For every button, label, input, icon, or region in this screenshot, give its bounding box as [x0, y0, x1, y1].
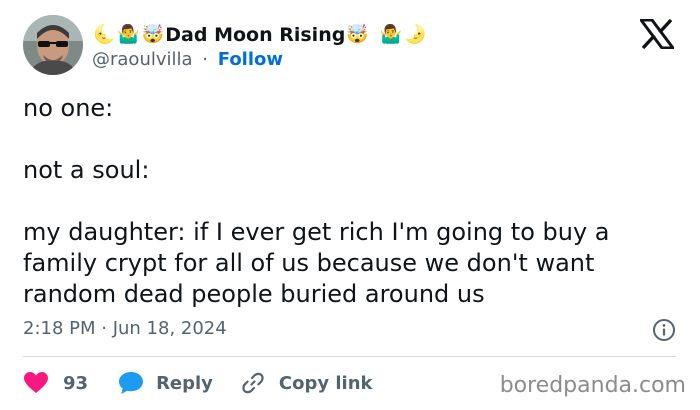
follow-button[interactable]: Follow — [218, 49, 283, 70]
reply-label: Reply — [156, 372, 213, 394]
tweet-text: no one: not a soul: my daughter: if I ev… — [23, 93, 683, 310]
shrug-emoji: 🤷‍♂️ — [379, 24, 403, 45]
tweet-line: my daughter: if I ever get rich I'm goin… — [23, 218, 610, 308]
divider — [23, 356, 676, 357]
avatar[interactable] — [23, 15, 83, 75]
speech-bubble-icon — [119, 372, 144, 394]
likes-count: 93 — [63, 372, 89, 394]
tweet-line: no one: — [23, 94, 114, 122]
like-button[interactable]: 93 — [23, 371, 88, 395]
tweet-card: 🌜 🤷‍♂️ 🤯 Dad Moon Rising 🤯 🤷‍♂️ 🌛 @raoul… — [0, 0, 700, 410]
x-logo-icon[interactable] — [640, 19, 674, 49]
display-name[interactable]: Dad Moon Rising — [165, 24, 345, 46]
mind-blown-emoji: 🤯 — [141, 24, 165, 45]
copy-link-label: Copy link — [278, 372, 373, 394]
author-name-row[interactable]: 🌜 🤷‍♂️ 🤯 Dad Moon Rising 🤯 🤷‍♂️ 🌛 — [92, 22, 428, 48]
crescent-moon-emoji: 🌜 — [93, 24, 116, 45]
copy-link-button[interactable]: Copy link — [241, 371, 373, 395]
author-handle-row: @raoulvilla · Follow — [92, 48, 283, 72]
link-icon — [242, 372, 264, 394]
avatar-photo — [23, 15, 83, 75]
author-handle[interactable]: @raoulvilla — [92, 49, 193, 70]
tweet-actions: 93 Reply Copy link — [23, 369, 373, 397]
crescent-moon-emoji: 🌛 — [404, 24, 427, 45]
watermark: boredpanda.com — [499, 373, 686, 398]
tweet-timestamp[interactable]: 2:18 PM · Jun 18, 2024 — [23, 317, 227, 341]
reply-button[interactable]: Reply — [118, 371, 213, 395]
separator-dot: · — [202, 49, 209, 70]
shrug-emoji: 🤷‍♂️ — [117, 24, 140, 45]
tweet-line: not a soul: — [23, 156, 150, 184]
mind-blown-emoji: 🤯 — [346, 24, 369, 45]
info-icon[interactable] — [652, 318, 676, 342]
heart-icon — [24, 372, 48, 393]
